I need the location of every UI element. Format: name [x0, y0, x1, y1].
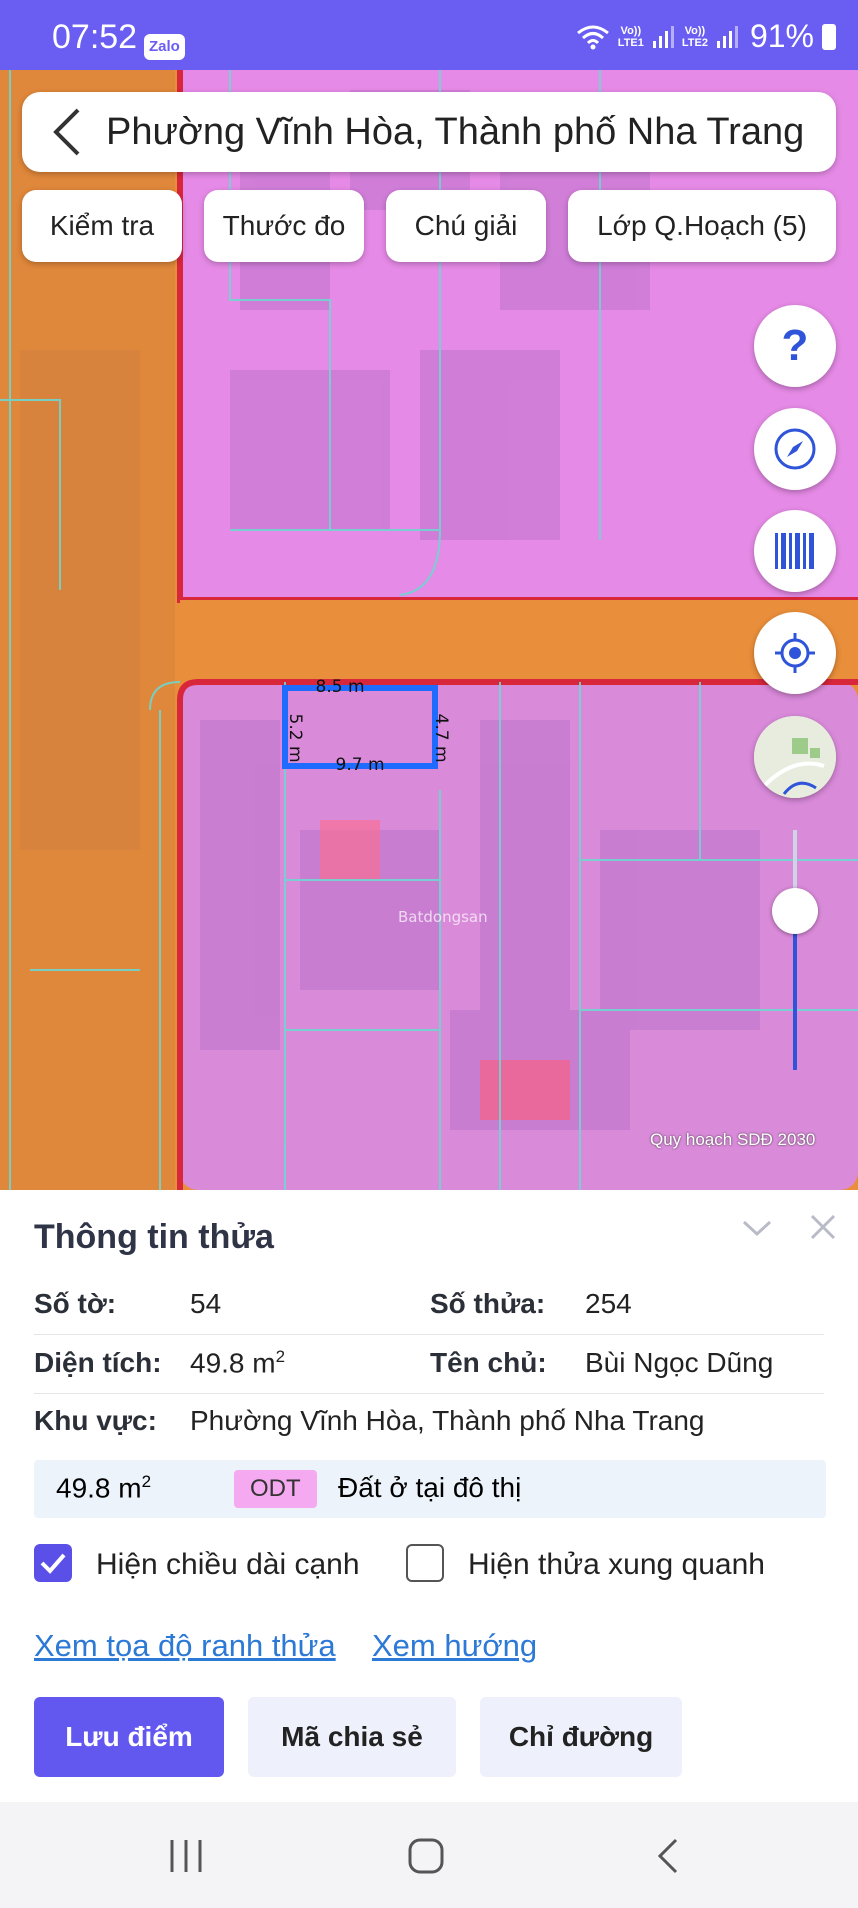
parcel-label: Số thửa: [430, 1288, 546, 1319]
edge-length-top: 8.5 m [316, 677, 365, 697]
signal-icon [716, 25, 738, 48]
show-edge-length-checkbox[interactable] [34, 1544, 72, 1582]
basemap-switch-button[interactable] [754, 716, 836, 798]
view-direction-link[interactable]: Xem hướng [372, 1628, 537, 1664]
owner-value: Bùi Ngọc Dũng [585, 1347, 774, 1378]
zalo-notification-icon: Zalo [144, 34, 185, 60]
watermark: Batdongsan [398, 908, 488, 926]
clock: 07:52 [52, 18, 138, 56]
region-value: Phường Vĩnh Hòa, Thành phố Nha Trang [190, 1405, 705, 1436]
sheet-value: 54 [190, 1288, 222, 1319]
share-code-button[interactable]: Mã chia sẻ [248, 1697, 456, 1777]
status-bar: 07:52 Zalo Vo)) LTE1 Vo)) LTE2 91% [0, 0, 858, 70]
zoom-slider-handle[interactable] [772, 888, 818, 934]
area-label: Diện tích: [34, 1347, 162, 1378]
land-use-code-badge: ODT [234, 1470, 317, 1508]
show-neighbors-label[interactable]: Hiện thửa xung quanh [468, 1548, 765, 1582]
signal-icon [652, 25, 674, 48]
help-button[interactable]: ? [754, 305, 836, 387]
recent-apps-icon[interactable] [166, 1838, 206, 1874]
region-label: Khu vực: [34, 1405, 157, 1436]
battery-percent: 91% [749, 18, 814, 54]
compass-icon [774, 428, 816, 470]
check-button[interactable]: Kiểm tra [22, 190, 182, 262]
home-icon[interactable] [406, 1836, 446, 1876]
sim2-indicator: Vo)) LTE2 [681, 24, 708, 49]
edge-length-left: 5.2 m [285, 714, 305, 763]
barcode-icon [775, 533, 814, 569]
edge-length-right: 4.7 m [431, 714, 451, 763]
divider [34, 1393, 824, 1394]
wifi-icon [576, 25, 609, 49]
close-icon[interactable] [808, 1212, 838, 1242]
legend-button[interactable]: Chú giải [386, 190, 546, 262]
owner-label: Tên chủ: [430, 1347, 547, 1378]
show-edge-length-label[interactable]: Hiện chiều dài cạnh [96, 1548, 360, 1582]
back-icon[interactable] [652, 1836, 682, 1876]
show-neighbors-checkbox[interactable] [406, 1544, 444, 1582]
parcel-value: 254 [585, 1288, 632, 1319]
compass-button[interactable] [754, 408, 836, 490]
help-icon: ? [781, 321, 809, 370]
sim1-indicator: Vo)) LTE1 [617, 24, 644, 49]
land-use-description: Đất ở tại đô thị [338, 1472, 522, 1503]
back-arrow-icon[interactable] [40, 92, 96, 172]
directions-button[interactable]: Chỉ đường [480, 1697, 682, 1777]
sheet-label: Số tờ: [34, 1288, 117, 1319]
land-use-row: 49.8 m2 ODT Đất ở tại đô thị [34, 1460, 826, 1518]
planning-layer-button[interactable]: Lớp Q.Hoạch (5) [568, 190, 836, 262]
system-nav-bar [0, 1802, 858, 1908]
barcode-button[interactable] [754, 510, 836, 592]
divider [34, 1334, 824, 1335]
panel-title: Thông tin thửa [34, 1218, 274, 1256]
my-location-button[interactable] [754, 612, 836, 694]
view-boundary-coords-link[interactable]: Xem tọa độ ranh thửa [34, 1628, 336, 1664]
location-title: Phường Vĩnh Hòa, Thành phố Nha Trang [106, 110, 805, 153]
checkmark-icon [40, 1553, 66, 1574]
parcel-info-panel: Thông tin thửa Số tờ: 54 Số thửa: 254 Di… [0, 1190, 858, 1802]
save-point-button[interactable]: Lưu điểm [34, 1697, 224, 1777]
battery-icon [822, 23, 836, 50]
land-use-area: 49.8 m2 [56, 1472, 152, 1504]
area-value: 49.8 m2 [190, 1347, 286, 1379]
ruler-button[interactable]: Thước đo [204, 190, 364, 262]
location-header[interactable]: Phường Vĩnh Hòa, Thành phố Nha Trang [22, 92, 836, 172]
locate-icon [775, 633, 815, 673]
map-thumbnail-icon [754, 716, 836, 798]
edge-length-bottom: 9.7 m [336, 755, 385, 775]
chevron-down-icon[interactable] [740, 1212, 774, 1242]
map-attribution: Quy hoạch SDĐ 2030 [650, 1130, 816, 1149]
